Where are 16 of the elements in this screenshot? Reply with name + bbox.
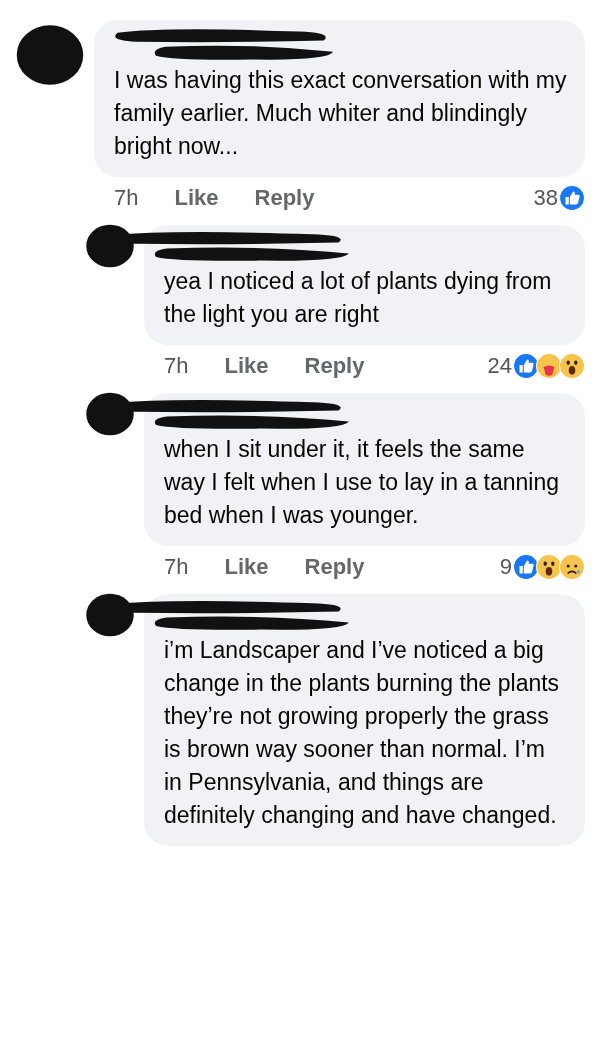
like-link[interactable]: Like (224, 353, 269, 379)
reply-link[interactable]: Reply (304, 554, 365, 580)
like-link[interactable]: Like (174, 185, 219, 211)
comment-text: yea I noticed a lot of plants dying from the light you are right (164, 267, 553, 329)
comment-time: 7h (164, 353, 189, 379)
comment-time: 7h (164, 554, 189, 580)
comment-text: i’m Landscaper and I’ve noticed a big change in the plants burning the plants they’re not growing properly the grass is brown way sooner than normal. I’m in Pennsylvania, and things are definitely changing and have changed. (164, 636, 561, 830)
reply-link[interactable]: Reply (254, 185, 315, 211)
reply-link[interactable]: Reply (304, 353, 365, 379)
comment-text: I was having this exact conversation with my family earlier. Much whiter and blindingly bright now... (114, 66, 567, 161)
comment-text: when I sit under it, it feels the same way I felt when I use to lay in a tanning bed when I was younger. (164, 435, 561, 530)
reaction-count: 38 (533, 185, 558, 211)
comment-time: 7h (114, 185, 139, 211)
like-link[interactable]: Like (224, 554, 269, 580)
reaction-count: 24 (487, 353, 512, 379)
reaction-count: 9 (499, 554, 512, 580)
